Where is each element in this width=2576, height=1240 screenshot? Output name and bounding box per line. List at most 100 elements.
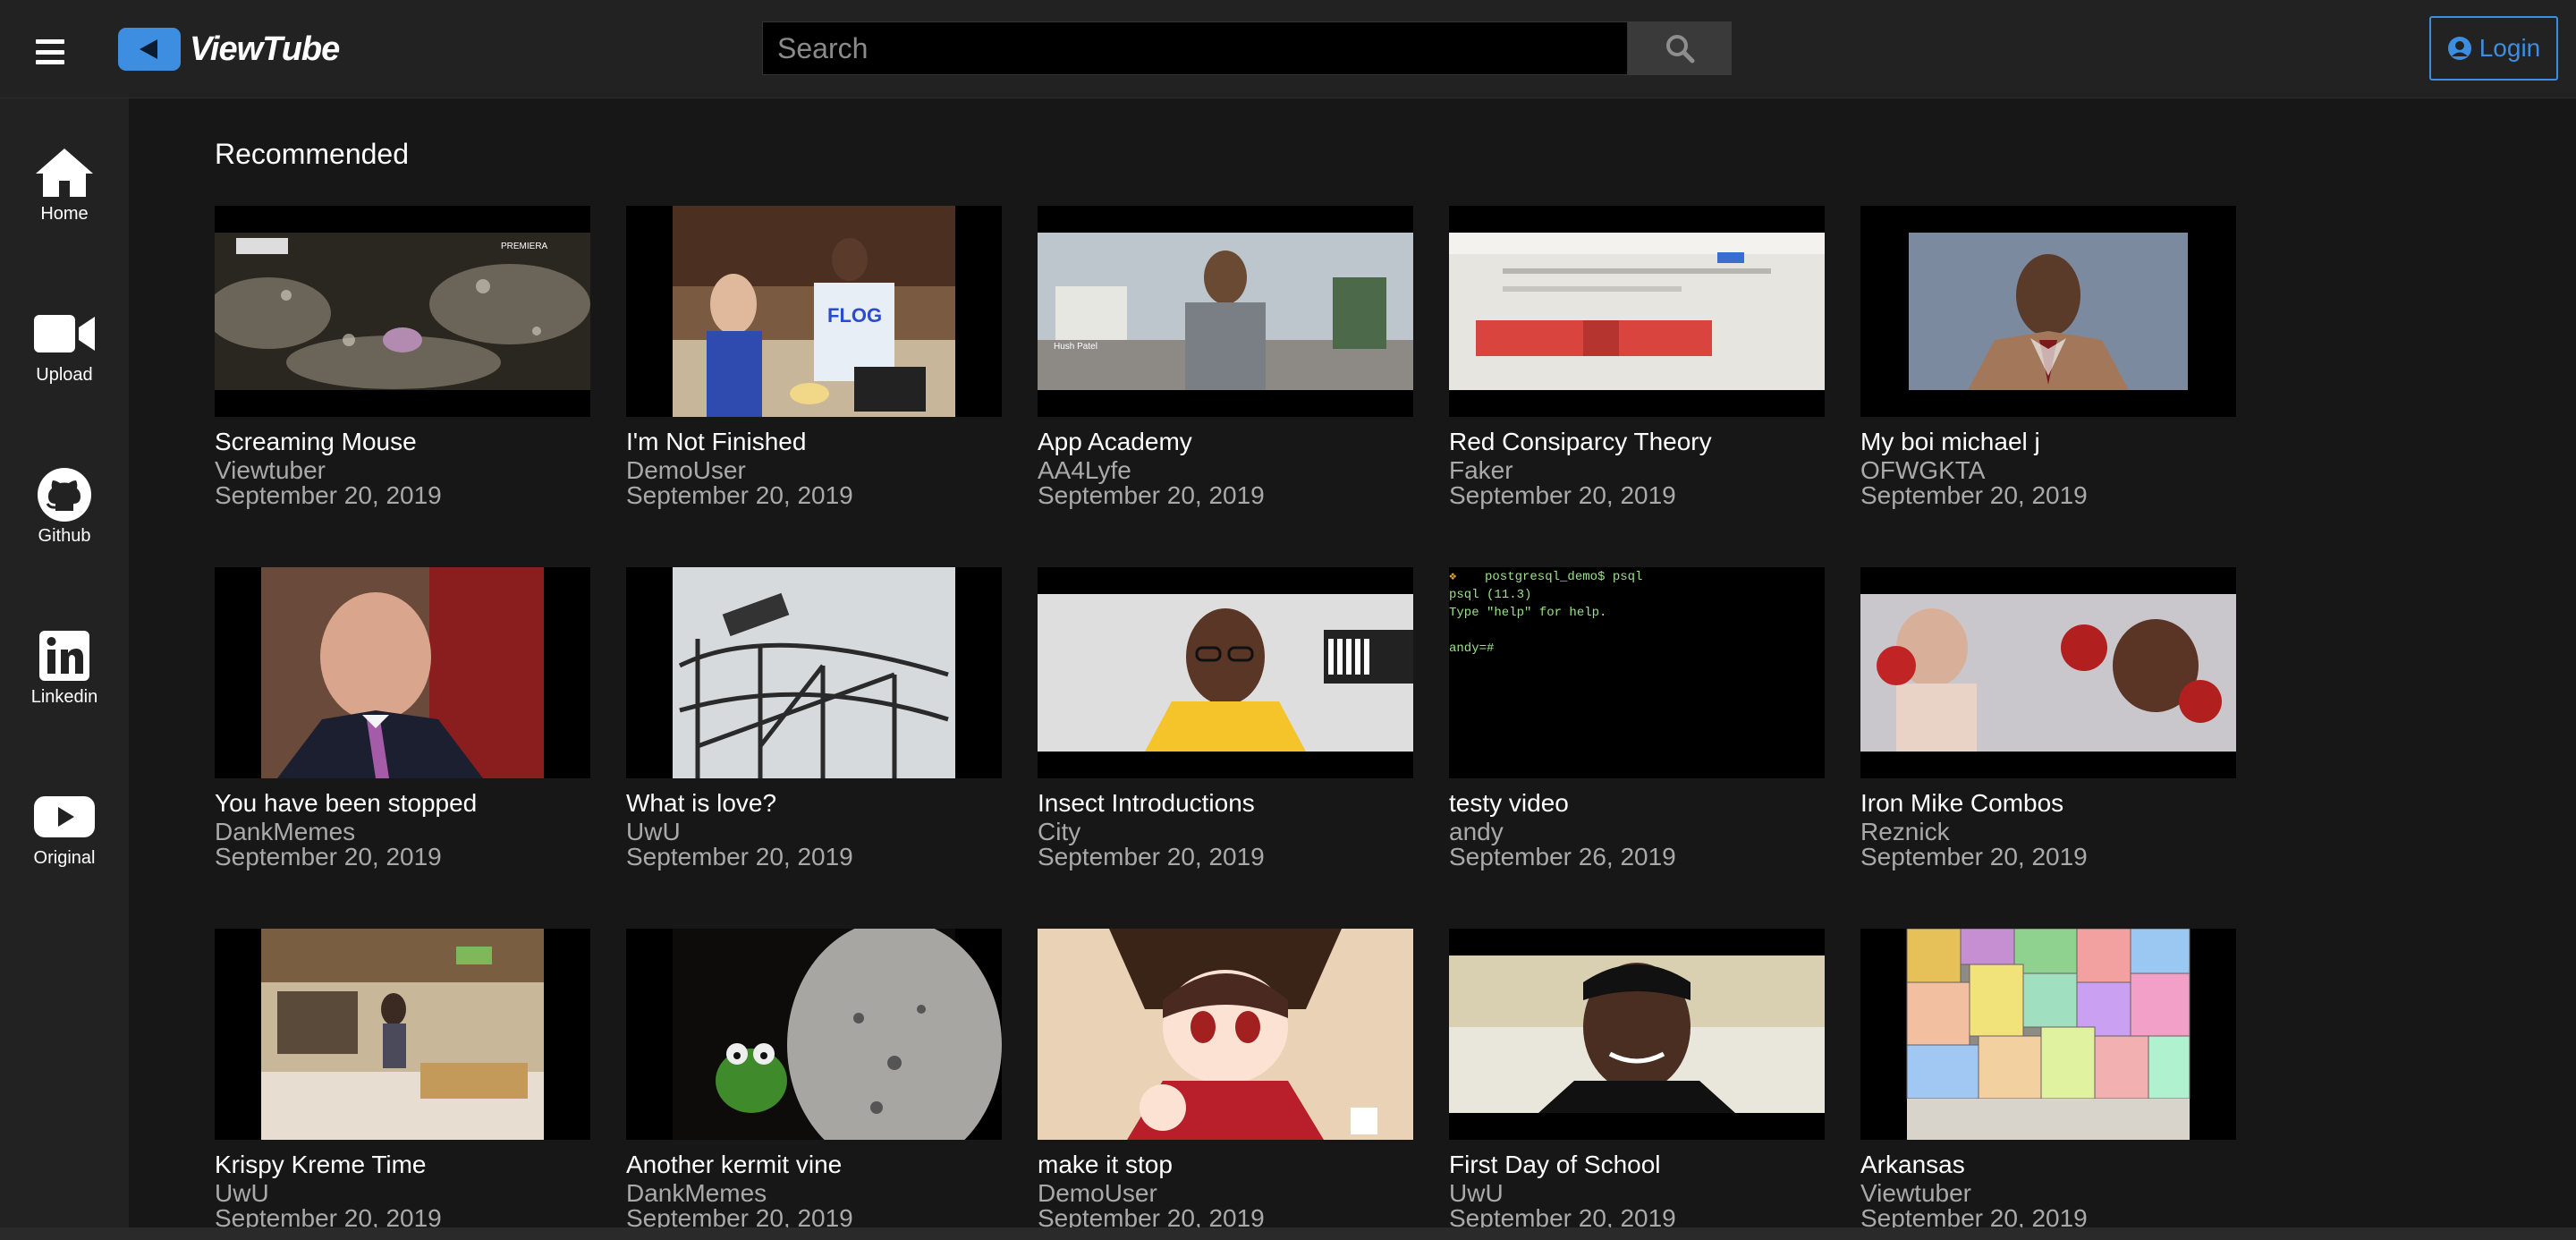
terminal-line: postgresql_demo$ psql [1485,570,1642,584]
video-thumbnail[interactable] [1860,929,2236,1140]
video-thumbnail[interactable] [1860,206,2236,417]
top-header: ViewTube Login [0,0,2576,98]
video-title[interactable]: I'm Not Finished [626,426,1002,458]
video-card[interactable]: FLOG I'm Not Finished DemoUser September 20… [626,206,1002,508]
video-date: September 20, 2019 [215,843,442,871]
video-author: OFWGKTA [1860,456,1986,484]
video-thumbnail[interactable]: PREMIERA [215,206,590,417]
search-input[interactable] [762,21,1628,75]
hamburger-menu-icon[interactable] [36,39,64,64]
video-date: September 20, 2019 [1038,481,1265,509]
sidebar-item-label: Upload [36,365,93,385]
video-thumbnail[interactable] [215,567,590,778]
section-title: Recommended [215,138,409,170]
video-date: September 20, 2019 [626,481,853,509]
horizontal-scrollbar[interactable] [0,1227,2576,1240]
video-date: September 20, 2019 [1860,843,2088,871]
video-card[interactable]: Another kermit vine DankMemes September 20… [626,929,1002,1231]
video-title[interactable]: Another kermit vine [626,1149,1002,1181]
video-card[interactable]: Hush Patel App Academy AA4Lyfe September 20… [1038,206,1413,508]
video-date: September 20, 2019 [1038,843,1265,871]
play-back-icon [118,28,181,71]
thumb-caption: Hush Patel [1054,342,1097,352]
video-card[interactable]: Krispy Kreme Time UwU September 20, 2019 [215,929,590,1231]
video-date: September 20, 2019 [626,843,853,871]
video-author: AA4Lyfe [1038,456,1131,484]
search-button[interactable] [1628,21,1732,75]
terminal-line: psql (11.3) [1449,588,1531,602]
video-author: Viewtuber [1860,1179,1972,1207]
video-thumbnail[interactable] [1449,929,1825,1140]
video-title[interactable]: My boi michael j [1860,426,2236,458]
video-thumbnail[interactable]: FLOG [626,206,1002,417]
sidebar-item-github[interactable]: Github [0,463,129,562]
video-thumbnail[interactable] [626,929,1002,1140]
thumb-caption: PREMIERA [501,242,548,251]
sidebar-item-upload[interactable]: Upload [0,302,129,401]
video-author: DankMemes [626,1179,767,1207]
user-circle-icon [2447,37,2471,60]
video-thumbnail[interactable] [1449,206,1825,417]
video-card[interactable]: Arkansas Viewtuber September 20, 2019 [1860,929,2236,1231]
video-thumbnail[interactable] [1038,567,1413,778]
video-thumbnail[interactable]: postgresql_demo$ psql psql (11.3) Type "he… [1449,567,1825,778]
sidebar-item-linkedin[interactable]: Linkedin [0,624,129,723]
video-date: September 20, 2019 [215,481,442,509]
terminal-line: andy=# [1449,641,1494,656]
video-title[interactable]: Insect Introductions [1038,787,1413,820]
video-date: September 26, 2019 [1449,843,1676,871]
video-card[interactable]: My boi michael j OFWGKTA September 20, 201… [1860,206,2236,508]
youtube-icon [34,796,95,837]
video-author: DemoUser [626,456,746,484]
video-thumbnail[interactable] [1860,567,2236,778]
thumb-caption: FLOG [827,304,882,327]
video-title[interactable]: Screaming Mouse [215,426,590,458]
video-thumbnail[interactable] [215,929,590,1140]
video-author: Faker [1449,456,1513,484]
linkedin-icon [39,631,89,681]
video-thumbnail[interactable] [626,567,1002,778]
video-card[interactable]: make it stop DemoUser September 20, 2019 [1038,929,1413,1231]
terminal-prompt-icon: ❖ [1449,570,1457,584]
sidebar-item-home[interactable]: Home [0,141,129,240]
video-camera-icon [34,315,95,352]
video-card[interactable]: PREMIERA Screaming Mouse Viewtuber Septembe… [215,206,590,508]
sidebar-item-original[interactable]: Original [0,786,129,884]
video-card[interactable]: What is love? UwU September 20, 2019 [626,567,1002,870]
left-sidebar: Home Upload Github Linkedin Original [0,98,129,1227]
video-card[interactable]: postgresql_demo$ psql psql (11.3) Type "he… [1449,567,1825,870]
viewtube-logo[interactable]: ViewTube [118,27,340,72]
video-title[interactable]: Arkansas [1860,1149,2236,1181]
video-card[interactable]: Iron Mike Combos Reznick September 20, 201… [1860,567,2236,870]
video-thumbnail[interactable] [1038,929,1413,1140]
video-author: DemoUser [1038,1179,1157,1207]
video-title[interactable]: You have been stopped [215,787,590,820]
login-label: Login [2479,34,2541,62]
home-icon [36,149,93,197]
video-title[interactable]: make it stop [1038,1149,1413,1181]
video-card[interactable]: Red Consiparcy Theory Faker September 20, … [1449,206,1825,508]
sidebar-item-label: Original [33,848,96,868]
video-title[interactable]: Iron Mike Combos [1860,787,2236,820]
video-author: UwU [626,818,681,845]
video-card[interactable]: You have been stopped DankMemes September … [215,567,590,870]
video-card[interactable]: First Day of School UwU September 20, 2019 [1449,929,1825,1231]
video-author: DankMemes [215,818,356,845]
login-button[interactable]: Login [2429,16,2558,81]
video-title[interactable]: Red Consiparcy Theory [1449,426,1825,458]
video-author: UwU [215,1179,269,1207]
video-author: andy [1449,818,1504,845]
video-title[interactable]: What is love? [626,787,1002,820]
main-content: Recommended PREMIERA Screaming Mouse Viewt… [129,98,2576,1231]
video-title[interactable]: App Academy [1038,426,1413,458]
video-thumbnail[interactable]: Hush Patel [1038,206,1413,417]
video-card[interactable]: Insect Introductions City September 20, 20… [1038,567,1413,870]
search-icon [1666,35,1695,64]
video-title[interactable]: Krispy Kreme Time [215,1149,590,1181]
app-name: ViewTube [190,30,340,68]
video-title[interactable]: testy video [1449,787,1825,820]
video-date: September 20, 2019 [1449,481,1676,509]
video-date: September 20, 2019 [1860,481,2088,509]
sidebar-item-label: Github [38,526,91,546]
video-title[interactable]: First Day of School [1449,1149,1825,1181]
